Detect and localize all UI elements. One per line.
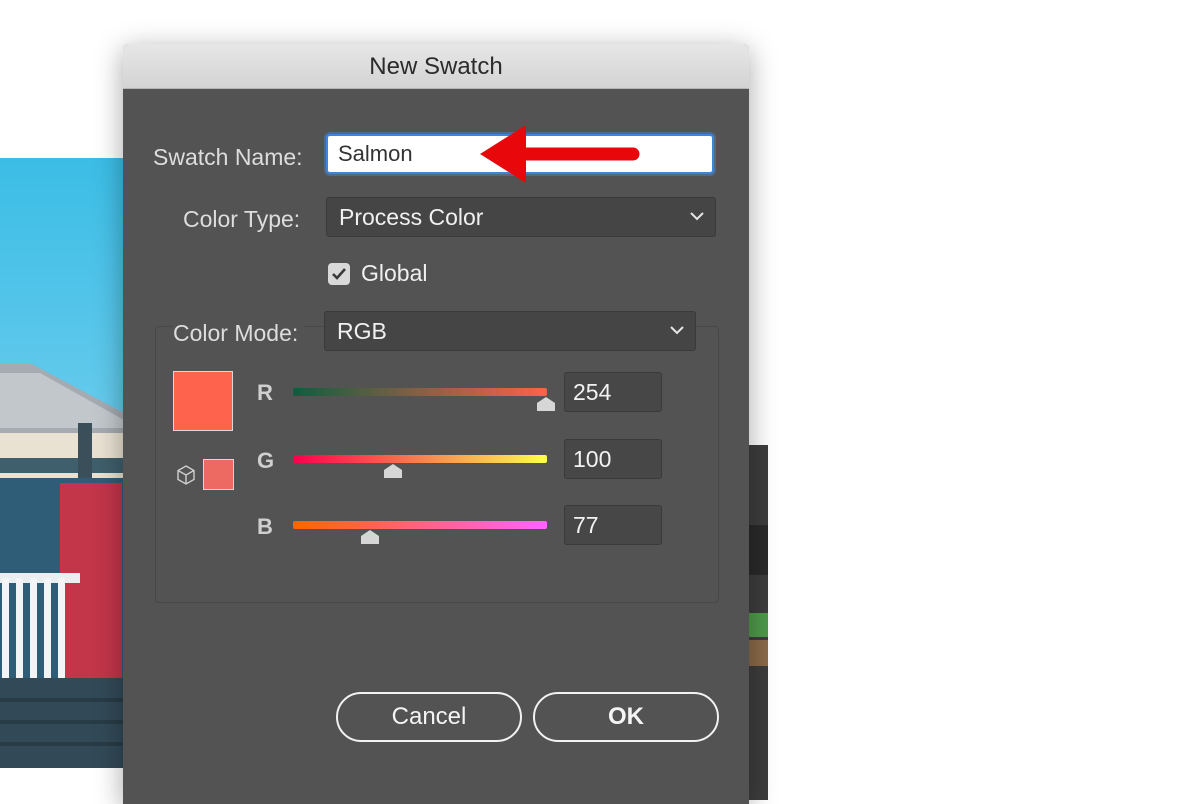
r-value-input[interactable]: 254 <box>564 372 662 412</box>
color-mode-label: Color Mode: <box>173 320 305 347</box>
b-value-input[interactable]: 77 <box>564 505 662 545</box>
g-slider-thumb[interactable] <box>383 464 402 478</box>
background-photo <box>0 158 124 768</box>
background-panel <box>748 445 768 800</box>
global-checkbox[interactable] <box>328 263 350 285</box>
checkmark-icon <box>332 268 346 280</box>
color-type-label: Color Type: <box>183 206 301 232</box>
b-slider-thumb[interactable] <box>360 530 379 544</box>
g-channel-label: G <box>257 448 275 473</box>
color-type-value: Process Color <box>339 204 484 230</box>
b-slider-track[interactable] <box>293 521 547 529</box>
color-mode-select[interactable]: RGB <box>324 311 696 351</box>
color-mode-value: RGB <box>337 318 387 344</box>
global-label: Global <box>361 260 428 286</box>
chevron-down-icon <box>670 326 684 335</box>
r-slider-track[interactable] <box>293 388 547 396</box>
dialog-title: New Swatch <box>123 44 749 89</box>
out-of-gamut-cube-icon[interactable] <box>175 464 197 486</box>
b-channel-label: B <box>257 514 273 539</box>
color-type-select[interactable]: Process Color <box>326 197 716 237</box>
previous-color-swatch[interactable] <box>203 459 234 490</box>
current-color-swatch <box>173 371 233 431</box>
cancel-button[interactable]: Cancel <box>336 692 522 742</box>
r-channel-label: R <box>257 380 273 405</box>
g-slider-track[interactable] <box>293 455 547 463</box>
ok-button[interactable]: OK <box>533 692 719 742</box>
annotation-arrow-icon <box>480 125 640 183</box>
chevron-down-icon <box>690 212 704 221</box>
r-slider-thumb[interactable] <box>536 397 555 411</box>
new-swatch-dialog: New Swatch Swatch Name: Salmon Color Typ… <box>123 44 749 804</box>
swatch-name-label: Swatch Name: <box>153 144 303 170</box>
g-value-input[interactable]: 100 <box>564 439 662 479</box>
